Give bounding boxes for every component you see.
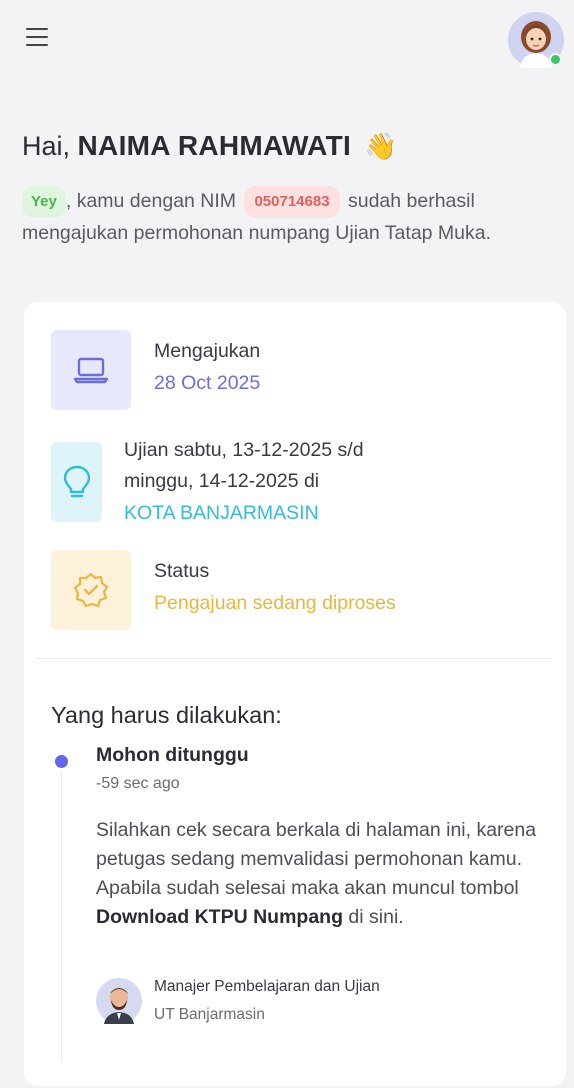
laptop-icon-tile xyxy=(51,330,131,410)
yey-badge: Yey xyxy=(22,186,66,218)
officer-avatar-icon xyxy=(96,978,142,1024)
submitted-date: 28 Oct 2025 xyxy=(154,372,261,394)
greeting-heading: Hai, NAIMA RAHMAWATI 👋 xyxy=(22,130,397,162)
body-end-text: di sini. xyxy=(348,906,404,928)
body-bold-text: Download KTPU Numpang xyxy=(96,906,343,928)
hamburger-menu-icon[interactable] xyxy=(26,28,48,46)
timeline-line xyxy=(61,772,62,1062)
badge-check-icon xyxy=(73,572,109,608)
intro-message: Yey, kamu dengan NIM 050714683 sudah ber… xyxy=(22,186,562,248)
card-divider xyxy=(36,658,552,659)
lightbulb-icon xyxy=(63,465,90,498)
timeline-dot xyxy=(55,755,68,768)
submitted-label: Mengajukan xyxy=(154,340,261,362)
todo-heading: Yang harus dilakukan: xyxy=(51,702,282,728)
waving-hand-icon: 👋 xyxy=(364,131,397,161)
officer-unit: UT Banjarmasin xyxy=(154,1006,265,1023)
exam-schedule-line-2: minggu, 14-12-2025 di xyxy=(124,470,320,492)
timeline-item-body: Silahkan cek secara berkala di halaman i… xyxy=(96,816,546,932)
greeting-prefix: Hai, xyxy=(22,131,71,161)
exam-location: KOTA BANJARMASIN xyxy=(124,502,319,524)
body-text: Silahkan cek secara berkala di halaman i… xyxy=(96,819,537,899)
user-avatar[interactable] xyxy=(508,12,564,68)
officer-avatar xyxy=(96,978,142,1024)
timeline-item-title: Mohon ditunggu xyxy=(96,744,249,766)
status-value: Pengajuan sedang diproses xyxy=(154,592,396,614)
laptop-icon xyxy=(73,357,109,384)
top-bar xyxy=(0,0,574,80)
nim-badge: 050714683 xyxy=(244,186,340,218)
lightbulb-icon-tile xyxy=(51,442,102,522)
badge-check-icon-tile xyxy=(51,550,131,630)
status-label: Status xyxy=(154,560,210,582)
officer-title: Manajer Pembelajaran dan Ujian xyxy=(154,978,380,995)
online-status-dot xyxy=(549,53,562,66)
user-name: NAIMA RAHMAWATI xyxy=(77,130,352,161)
timeline-item-time: -59 sec ago xyxy=(96,775,180,792)
application-card: Mengajukan 28 Oct 2025 Ujian sabtu, 13-1… xyxy=(24,302,566,1086)
exam-schedule-line-1: Ujian sabtu, 13-12-2025 s/d xyxy=(124,439,364,461)
intro-text-1: , kamu dengan NIM xyxy=(65,190,237,212)
